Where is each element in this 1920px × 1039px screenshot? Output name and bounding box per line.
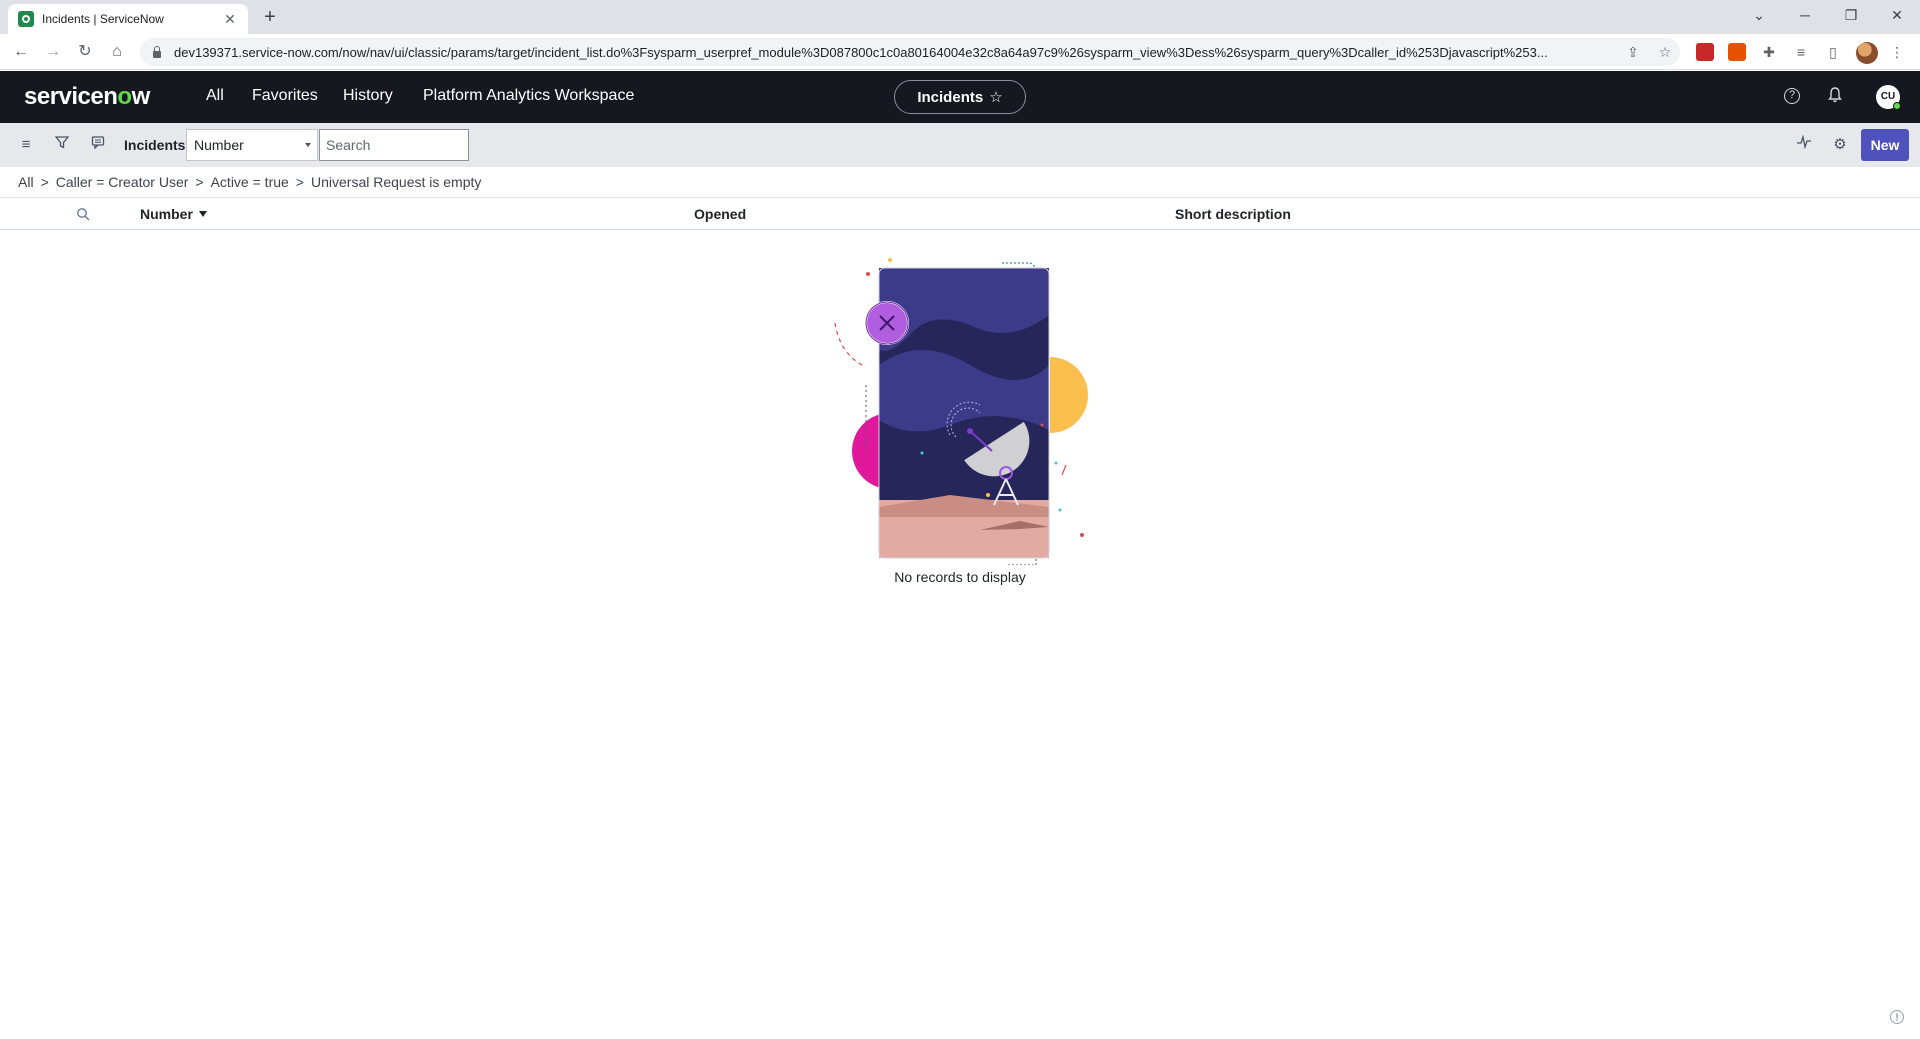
breadcrumb: All > Caller = Creator User > Active = true >… [18, 174, 481, 190]
restore-window-icon[interactable]: ❐ [1828, 0, 1874, 30]
search-field-select-value: Number [194, 137, 244, 153]
extension-icon[interactable] [1696, 43, 1714, 61]
bookmark-star-icon[interactable]: ☆ [1656, 43, 1674, 61]
user-avatar[interactable]: CU [1876, 85, 1901, 110]
url-text: dev139371.service-now.com/now/nav/ui/cla… [174, 44, 1548, 60]
new-button[interactable]: New [1861, 129, 1909, 161]
comment-icon[interactable] [88, 135, 108, 155]
lock-icon [152, 46, 162, 58]
browser-tab[interactable]: Incidents | ServiceNow ✕ [8, 4, 248, 34]
nav-favorites[interactable]: Favorites [252, 87, 318, 105]
extension-icon[interactable] [1728, 43, 1746, 61]
list-toolbar: ≡ Incidents Number ⚙ New [0, 123, 1920, 167]
servicenow-header: servicenow All Favorites History Platfor… [0, 71, 1920, 123]
column-header-short-description[interactable]: Short description [1175, 206, 1291, 222]
new-tab-button[interactable]: + [258, 6, 282, 30]
list-title: Incidents [124, 137, 186, 153]
tab-search-chevron-icon[interactable]: ⌄ [1736, 0, 1782, 30]
filter-icon[interactable] [52, 135, 72, 155]
notifications-bell-icon[interactable] [1825, 87, 1845, 107]
minimize-window-icon[interactable]: ─ [1782, 0, 1828, 30]
search-input[interactable] [319, 129, 469, 161]
tab-close-icon[interactable]: ✕ [222, 11, 238, 27]
favorite-star-icon[interactable]: ☆ [989, 88, 1002, 106]
breadcrumb-item[interactable]: Universal Request is empty [311, 174, 481, 190]
nav-all[interactable]: All [206, 87, 224, 105]
column-header-number[interactable]: Number [140, 206, 207, 222]
context-pill-label: Incidents [917, 88, 984, 106]
breadcrumb-separator-icon: > [40, 174, 49, 190]
help-icon[interactable]: ? [1784, 88, 1800, 104]
forward-arrow-icon[interactable]: → [40, 40, 66, 64]
breadcrumb-item[interactable]: Caller = Creator User [56, 174, 189, 190]
activity-pulse-icon[interactable] [1794, 134, 1814, 155]
chevron-down-icon [305, 143, 311, 147]
reload-icon[interactable]: ↻ [72, 40, 98, 64]
breadcrumb-item[interactable]: All [18, 174, 34, 190]
search-field-select[interactable]: Number [186, 129, 318, 161]
browser-tab-title: Incidents | ServiceNow [42, 12, 164, 26]
home-icon[interactable]: ⌂ [104, 40, 130, 64]
browser-profile-avatar[interactable] [1856, 42, 1878, 64]
hamburger-menu-icon[interactable]: ≡ [16, 135, 36, 155]
presence-dot [1893, 102, 1901, 110]
empty-state-message: No records to display [894, 569, 1026, 585]
back-arrow-icon[interactable]: ← [8, 40, 34, 64]
browser-menu-icon[interactable]: ⋮ [1888, 43, 1906, 61]
nav-history[interactable]: History [343, 87, 393, 105]
servicenow-logo[interactable]: servicenow [24, 83, 150, 111]
info-icon[interactable]: ! [1890, 1010, 1904, 1024]
breadcrumb-separator-icon: > [295, 174, 304, 190]
extensions-puzzle-icon[interactable]: ✚ [1760, 43, 1778, 61]
browser-tab-strip: Incidents | ServiceNow ✕ + ⌄ ─ ❐ ✕ [0, 0, 1920, 34]
close-window-icon[interactable]: ✕ [1874, 0, 1920, 30]
breadcrumb-item[interactable]: Active = true [211, 174, 289, 190]
side-panel-icon[interactable]: ▯ [1824, 43, 1842, 61]
servicenow-favicon-icon [18, 11, 34, 27]
column-search-icon[interactable] [76, 207, 90, 221]
browser-address-bar: ← → ↻ ⌂ dev139371.service-now.com/now/na… [0, 34, 1920, 70]
column-header-opened[interactable]: Opened [694, 206, 746, 222]
table-header: Number Opened Short description [0, 197, 1920, 230]
empty-state-illustration [834, 258, 1088, 565]
nav-platform-analytics-workspace[interactable]: Platform Analytics Workspace [423, 87, 634, 105]
gear-icon[interactable]: ⚙ [1830, 135, 1850, 155]
url-field[interactable]: dev139371.service-now.com/now/nav/ui/cla… [140, 38, 1680, 66]
breadcrumb-separator-icon: > [195, 174, 204, 190]
media-queue-icon[interactable]: ≡ [1792, 43, 1810, 61]
context-pill-incidents[interactable]: Incidents ☆ [894, 80, 1026, 114]
sort-descending-icon [198, 211, 207, 217]
share-icon[interactable]: ⇪ [1624, 43, 1642, 61]
